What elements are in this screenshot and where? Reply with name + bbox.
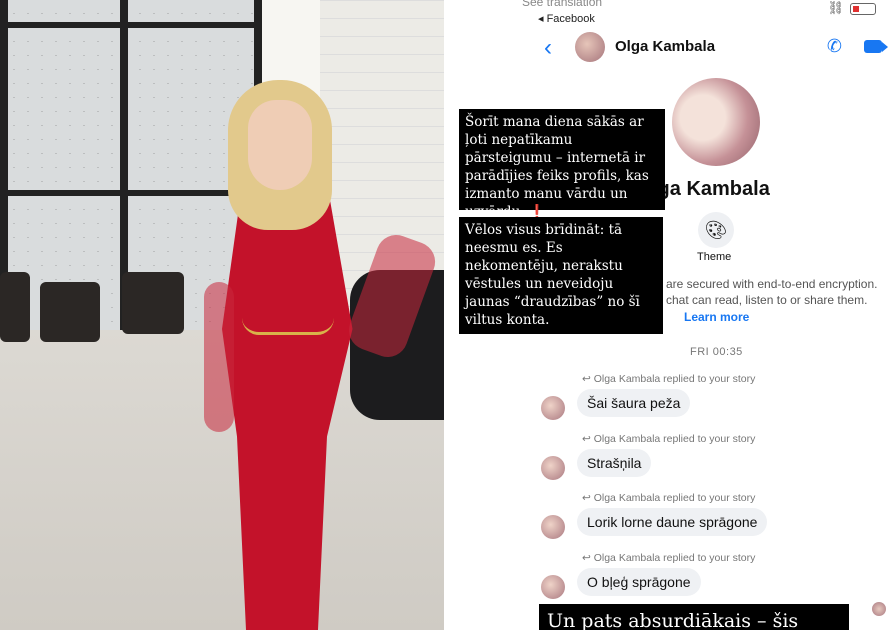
reply-context: ↩ Olga Kambala replied to your story (582, 552, 756, 564)
chair (0, 272, 30, 342)
face (248, 100, 312, 190)
reply-context: ↩ Olga Kambala replied to your story (582, 373, 756, 385)
chair (122, 272, 184, 334)
timestamp: FRI 00:35 (690, 346, 743, 358)
avatar[interactable] (541, 396, 565, 420)
chair (40, 282, 100, 342)
status-bar: See translation ◂ Facebook ⛓ (444, 0, 892, 28)
theme-label: Theme (697, 251, 732, 263)
link-icon: ⛓ (827, 0, 844, 15)
overlay-note: Un pats absurdiākais – šis (539, 604, 849, 630)
window-frame (0, 22, 262, 28)
see-translation-link[interactable]: See translation (522, 0, 602, 9)
reply-context: ↩ Olga Kambala replied to your story (582, 433, 756, 445)
story-photo (0, 0, 444, 630)
battery-icon (850, 3, 876, 15)
avatar[interactable] (541, 575, 565, 599)
message-bubble[interactable]: Lorik lorne daune sprāgone (577, 508, 768, 536)
overlay-note-text: Vēlos visus brīdināt: tā neesmu es. Es n… (465, 222, 640, 328)
encryption-notice: chat can read, listen to or share them. (666, 293, 868, 307)
profile-name: lga Kambala (652, 178, 770, 200)
avatar[interactable] (575, 32, 605, 62)
window-frame (0, 190, 262, 196)
phone-icon[interactable]: ✆ (827, 36, 842, 57)
video-call-icon[interactable] (864, 40, 888, 53)
chat-header: ‹ Olga Kambala ✆ (444, 30, 892, 66)
contact-name[interactable]: Olga Kambala (615, 38, 715, 55)
messenger-screenshot: See translation ◂ Facebook ⛓ ‹ Olga Kamb… (444, 0, 892, 630)
avatar[interactable] (541, 515, 565, 539)
sheer-sleeve (204, 282, 234, 432)
back-arrow-icon[interactable]: ‹ (544, 34, 552, 62)
message-bubble[interactable]: Strašņila (577, 449, 652, 477)
learn-more-link[interactable]: Learn more (684, 310, 749, 324)
seen-avatar (872, 602, 886, 616)
overlay-note-text: Šorīt mana diena sākās ar ļoti nepatīkam… (465, 114, 649, 220)
profile-picture[interactable] (672, 78, 760, 166)
message-bubble[interactable]: O bļeģ sprāgone (577, 568, 701, 596)
avatar[interactable] (541, 456, 565, 480)
overlay-note: Šorīt mana diena sākās ar ļoti nepatīkam… (459, 109, 665, 220)
overlay-note: Vēlos visus brīdināt: tā neesmu es. Es n… (459, 217, 663, 334)
reply-context: ↩ Olga Kambala replied to your story (582, 492, 756, 504)
message-bubble[interactable]: Šai šaura peža (577, 389, 691, 417)
gold-chain-belt (242, 318, 334, 335)
back-to-facebook[interactable]: ◂ Facebook (538, 12, 595, 25)
palette-icon[interactable]: 🎨︎ (698, 212, 734, 248)
encryption-notice: are secured with end-to-end encryption. (666, 277, 878, 291)
